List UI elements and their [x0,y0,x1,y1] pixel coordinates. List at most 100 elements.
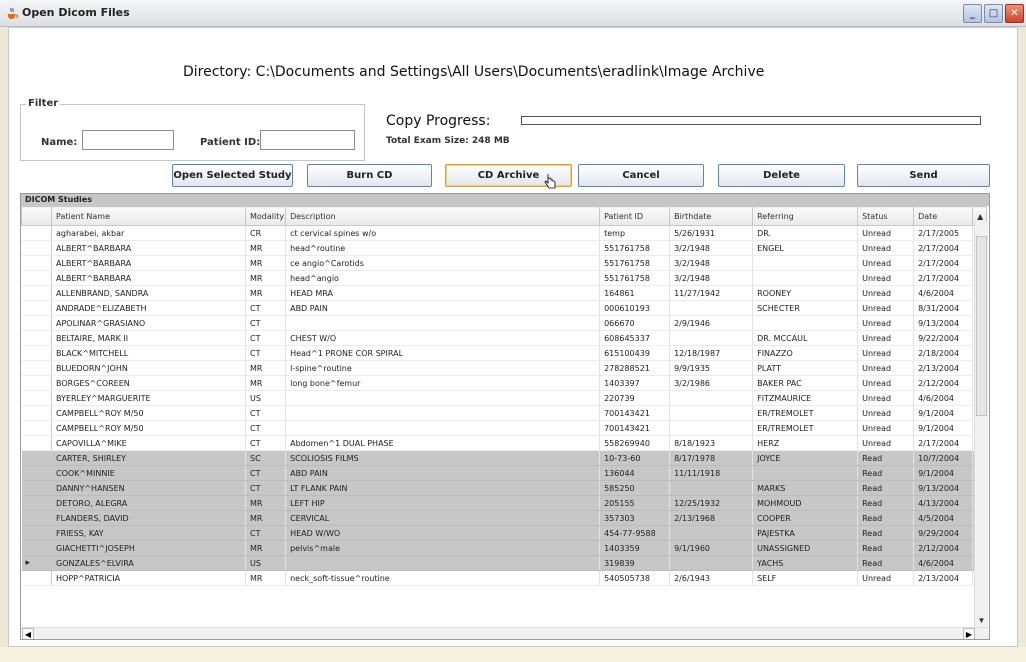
column-header[interactable]: Status [857,206,915,226]
table-row[interactable]: CAMPBELL^ROY M/50 CT 700143421 ER/TREMOLET U… [21,420,988,436]
row-selector[interactable] [21,390,52,406]
table-row[interactable]: CAPOVILLA^MIKE CT Abdomen^1 DUAL PHASE 5582… [21,435,988,451]
send-button[interactable]: Send [857,164,990,187]
table-cell [752,255,859,271]
row-selector[interactable] [21,375,52,391]
table-row[interactable]: ▸ GONZALES^ELVIRA US 319839 YACHS Read 4/6/200… [21,555,988,571]
table-cell: ALBERT^BARBARA [51,255,246,271]
row-selector[interactable] [21,345,52,361]
table-cell: 2/18/2004 [913,345,974,361]
column-header[interactable]: Modality [244,206,287,226]
name-field[interactable] [82,130,174,150]
patient-id-field[interactable] [260,130,355,150]
table-cell: CT [245,300,287,316]
table-row[interactable]: ALBERT^BARBARA MR head^angio 551761758 3/2/1… [21,270,988,286]
vertical-scrollbar[interactable]: ▼ [974,222,988,627]
table-cell: Unread [857,330,915,346]
table-cell: MR [245,360,287,376]
table-cell: Read [857,465,915,481]
table-cell: Unread [857,315,915,331]
table-cell: 066670 [599,315,671,331]
table-cell: 2/12/2004 [913,540,974,556]
table-row[interactable]: BELTAIRE, MARK II CT CHEST W/O 608645337 DR.… [21,330,988,346]
table-row[interactable]: DANNY^HANSEN CT LT FLANK PAIN 585250 MARKS Re… [21,480,988,496]
table-row[interactable]: ANDRADE^ELIZABETH CT ABD PAIN 000610193 SCHE… [21,300,988,316]
open-selected-study-button[interactable]: Open Selected Study [172,164,293,187]
column-header[interactable]: Description [285,206,601,226]
table-row[interactable]: FRIESS, KAY CT HEAD W/WO 454-77-9588 PAJESTK… [21,525,988,541]
table-row[interactable]: HOPP^PATRICIA MR neck_soft-tissue^routine 5… [21,570,988,586]
table-row[interactable]: CARTER, SHIRLEY SC SCOLIOSIS FILMS 10-73-60… [21,450,988,466]
column-header[interactable]: Date [913,206,974,226]
table-row[interactable]: BORGES^COREEN MR long bone^femur 1403397 3/2… [21,375,988,391]
maximize-button[interactable]: □ [984,4,1003,23]
table-cell: MR [245,375,287,391]
table-row[interactable]: COOK^MINNIE CT ABD PAIN 136044 11/11/1918 Rea… [21,465,988,481]
table-cell [669,390,754,406]
row-selector[interactable] [21,510,52,526]
row-selector[interactable] [21,330,52,346]
table-cell [285,420,601,436]
close-button[interactable]: ✕ [1005,4,1024,23]
table-cell: HOPP^PATRICIA [51,570,246,586]
scroll-down-icon[interactable]: ▼ [975,614,988,627]
table-cell: 4/6/2004 [913,390,974,406]
table-cell [669,480,754,496]
row-selector[interactable] [21,480,52,496]
row-selector[interactable] [21,285,52,301]
table-cell: ROONEY [752,285,859,301]
table-cell: 136044 [599,465,671,481]
row-selector[interactable] [21,495,52,511]
column-header[interactable]: Referring [752,206,859,226]
table-cell: CAMPBELL^ROY M/50 [51,405,246,421]
row-selector[interactable] [21,255,52,271]
row-selector[interactable] [21,525,52,541]
row-selector[interactable] [21,540,52,556]
row-selector[interactable] [21,240,52,256]
row-selector[interactable] [21,570,52,586]
scroll-right-icon[interactable]: ▶ [963,628,975,639]
table-cell: US [245,390,287,406]
delete-button[interactable]: Delete [718,164,845,187]
table-row[interactable]: DETORO, ALEGRA MR LEFT HIP 205155 12/25/1932… [21,495,988,511]
table-row[interactable]: APOLINAR^GRASIANO CT 066670 2/9/1946 Unread 9… [21,315,988,331]
row-selector[interactable] [21,225,52,241]
table-cell: MR [245,510,287,526]
cancel-button[interactable]: Cancel [578,164,704,187]
table-cell: 9/9/1935 [669,360,754,376]
row-selector[interactable] [21,270,52,286]
table-row[interactable]: ALBERT^BARBARA MR ce angio^Carotids 5517617… [21,255,988,271]
table-cell [285,390,601,406]
minimize-button[interactable]: _ [963,4,982,23]
table-row[interactable]: BLACK^MITCHELL CT Head^1 PRONE COR SPIRAL 6… [21,345,988,361]
table-row[interactable]: agharabei, akbar CR ct cervical spines w/o… [21,225,988,241]
row-selector[interactable] [21,465,52,481]
column-header[interactable]: Birthdate [669,206,754,226]
table-row[interactable]: BYERLEY^MARGUERITE US 220739 FITZMAURICE Unr… [21,390,988,406]
table-cell: 278288521 [599,360,671,376]
burn-cd-button[interactable]: Burn CD [307,164,432,187]
row-selector[interactable] [21,360,52,376]
table-cell: 10/7/2004 [913,450,974,466]
table-cell: 2/17/2005 [913,225,974,241]
table-row[interactable]: ALBERT^BARBARA MR head^routine 551761758 3/2… [21,240,988,256]
row-selector[interactable] [21,420,52,436]
table-row[interactable]: GIACHETTI^JOSEPH MR pelvis^male 1403359 9/1/… [21,540,988,556]
row-selector[interactable] [21,405,52,421]
table-row[interactable]: BLUEDORN^JOHN MR l-spine^routine 278288521 9… [21,360,988,376]
row-selector[interactable]: ▸ [21,555,52,571]
table-row[interactable]: ALLENBRAND, SANDRA MR HEAD MRA 164861 11/27/… [21,285,988,301]
column-header[interactable]: Patient ID [599,206,671,226]
table-cell: Read [857,480,915,496]
scroll-left-icon[interactable]: ◀ [22,628,34,639]
vertical-scroll-thumb[interactable] [976,236,987,416]
table-row[interactable]: CAMPBELL^ROY M/50 CT 700143421 ER/TREMOLET U… [21,405,988,421]
column-header[interactable]: Patient Name [51,206,246,226]
table-row[interactable]: FLANDERS, DAVID MR CERVICAL 357303 2/13/1968… [21,510,988,526]
row-selector[interactable] [21,450,52,466]
horizontal-scrollbar[interactable]: ◀ ▶ [22,627,989,639]
row-selector[interactable] [21,315,52,331]
row-selector[interactable] [21,300,52,316]
row-selector[interactable] [21,435,52,451]
title-bar: Open Dicom Files _ □ ✕ [0,0,1026,27]
